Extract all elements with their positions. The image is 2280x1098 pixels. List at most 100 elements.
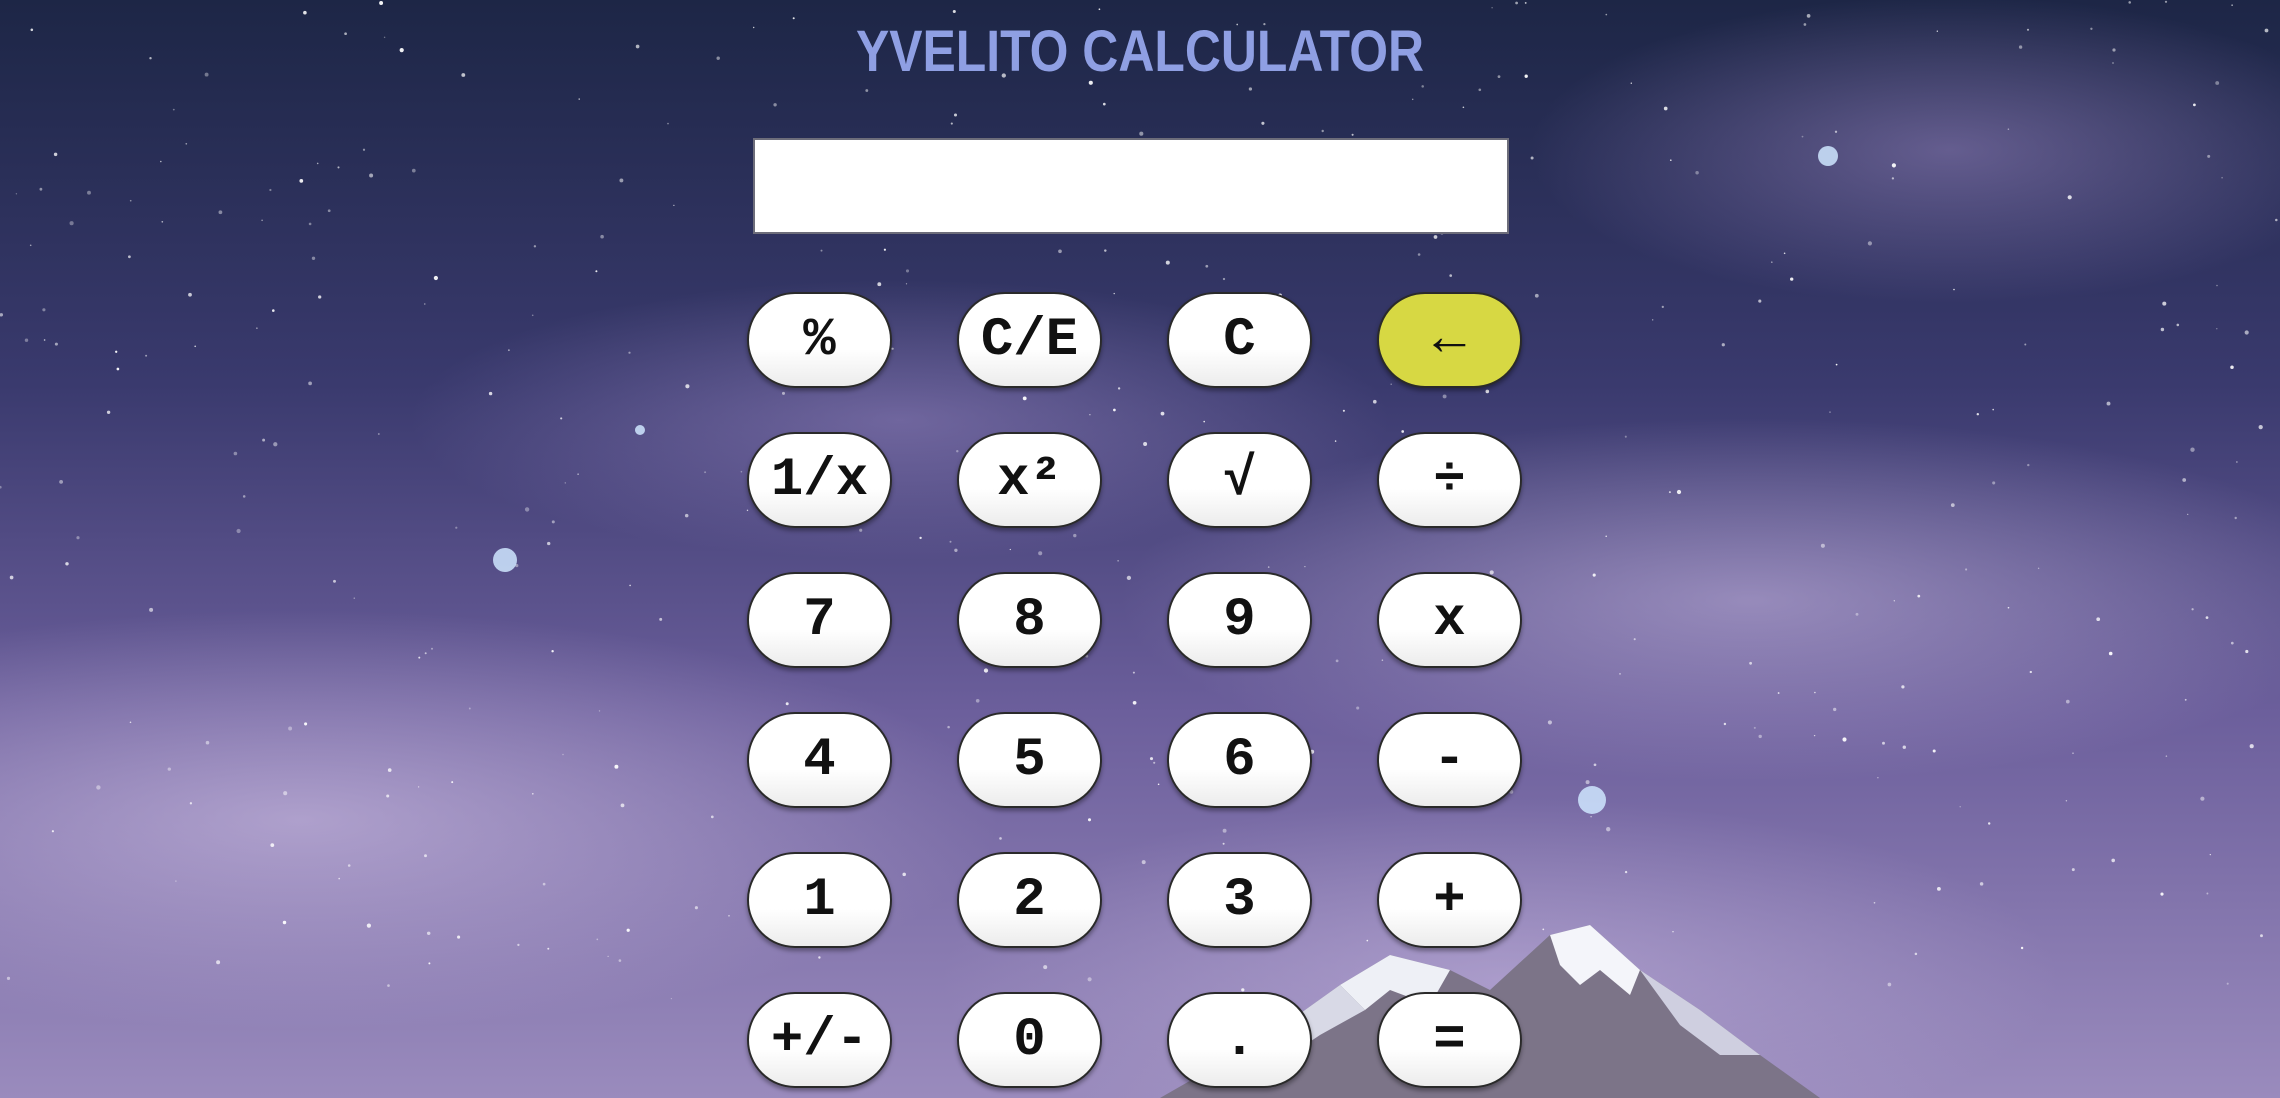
star: [551, 649, 554, 653]
star: [115, 350, 118, 353]
star: [145, 354, 148, 357]
digit-1-button[interactable]: 1: [747, 852, 892, 948]
star: [1663, 106, 1668, 111]
star: [2249, 744, 2254, 749]
star: [272, 309, 275, 312]
star: [387, 984, 390, 987]
equals-button[interactable]: =: [1377, 992, 1522, 1088]
star: [1633, 638, 1636, 641]
star: [694, 906, 698, 910]
star: [424, 854, 427, 858]
star: [1801, 135, 1804, 138]
star: [2264, 28, 2269, 33]
keypad: % C/E C ← 1/x x² √ ÷ 7 8 9 x 4 5 6 - 1 2…: [747, 292, 1522, 1088]
star: [1624, 435, 1627, 438]
square-button[interactable]: x²: [957, 432, 1102, 528]
star: [685, 384, 690, 389]
star: [2029, 670, 2032, 674]
star: [318, 295, 322, 299]
star: [1524, 1, 1527, 4]
star: [865, 89, 869, 92]
clear-button[interactable]: C: [1167, 292, 1312, 388]
add-button[interactable]: +: [1377, 852, 1522, 948]
star: [1104, 249, 1107, 252]
star: [1867, 241, 1873, 246]
star: [333, 579, 336, 583]
star: [30, 28, 34, 32]
star: [598, 710, 601, 712]
percent-button[interactable]: %: [747, 292, 892, 388]
digit-5-button[interactable]: 5: [957, 712, 1102, 808]
star: [233, 451, 238, 456]
digit-3-button[interactable]: 3: [1167, 852, 1312, 948]
digit-6-button[interactable]: 6: [1167, 712, 1312, 808]
star: [950, 122, 953, 125]
star: [2275, 218, 2278, 222]
star: [1605, 535, 1607, 537]
star: [773, 103, 777, 107]
star: [1590, 815, 1592, 818]
star: [533, 245, 537, 248]
divide-button[interactable]: ÷: [1377, 432, 1522, 528]
star: [728, 914, 730, 917]
star: [1205, 264, 1209, 268]
star: [1901, 685, 1905, 689]
star: [69, 221, 74, 226]
star: [1695, 170, 1699, 175]
digit-4-button[interactable]: 4: [747, 712, 892, 808]
backspace-button[interactable]: ←: [1377, 292, 1522, 388]
star: [353, 597, 356, 599]
star: [2187, 513, 2189, 516]
digit-7-button[interactable]: 7: [747, 572, 892, 668]
star: [1721, 343, 1725, 347]
star: [242, 495, 246, 498]
star: [1449, 274, 1453, 277]
star: [2160, 327, 2165, 332]
reciprocal-button[interactable]: 1/x: [747, 432, 892, 528]
subtract-button[interactable]: -: [1377, 712, 1522, 808]
star: [65, 562, 69, 566]
digit-2-button[interactable]: 2: [957, 852, 1102, 948]
calculator-display[interactable]: [753, 138, 1509, 234]
star: [2072, 752, 2074, 755]
star: [2230, 641, 2234, 645]
star: [366, 923, 371, 928]
star: [1783, 252, 1786, 255]
star: [2065, 699, 2070, 704]
star: [327, 209, 331, 213]
star: [710, 815, 714, 819]
star: [468, 707, 471, 710]
star: [1592, 573, 1596, 577]
multiply-button[interactable]: x: [1377, 572, 1522, 668]
digit-9-button[interactable]: 9: [1167, 572, 1312, 668]
star: [43, 339, 46, 341]
star: [684, 513, 689, 518]
star: [1833, 707, 1837, 712]
star: [595, 270, 598, 273]
clear-entry-button[interactable]: C/E: [957, 292, 1102, 388]
star: [236, 528, 241, 534]
star: [670, 997, 673, 1000]
square-root-button[interactable]: √: [1167, 432, 1312, 528]
star: [1351, 133, 1354, 136]
star: [2231, 4, 2233, 6]
star: [1652, 319, 1654, 321]
star: [1606, 827, 1611, 832]
bright-star: [493, 548, 517, 572]
star: [2067, 195, 2072, 200]
star: [303, 10, 307, 15]
star: [337, 166, 340, 169]
star: [2216, 284, 2218, 287]
star: [1937, 887, 1941, 891]
digit-8-button[interactable]: 8: [957, 572, 1102, 668]
star: [39, 187, 43, 191]
digit-0-button[interactable]: 0: [957, 992, 1102, 1088]
negate-button[interactable]: +/-: [747, 992, 892, 1088]
star: [1758, 734, 1762, 739]
star: [24, 338, 29, 342]
star: [386, 794, 390, 798]
star: [205, 740, 210, 745]
star: [161, 220, 164, 223]
star: [2221, 176, 2223, 179]
decimal-point-button[interactable]: .: [1167, 992, 1312, 1088]
